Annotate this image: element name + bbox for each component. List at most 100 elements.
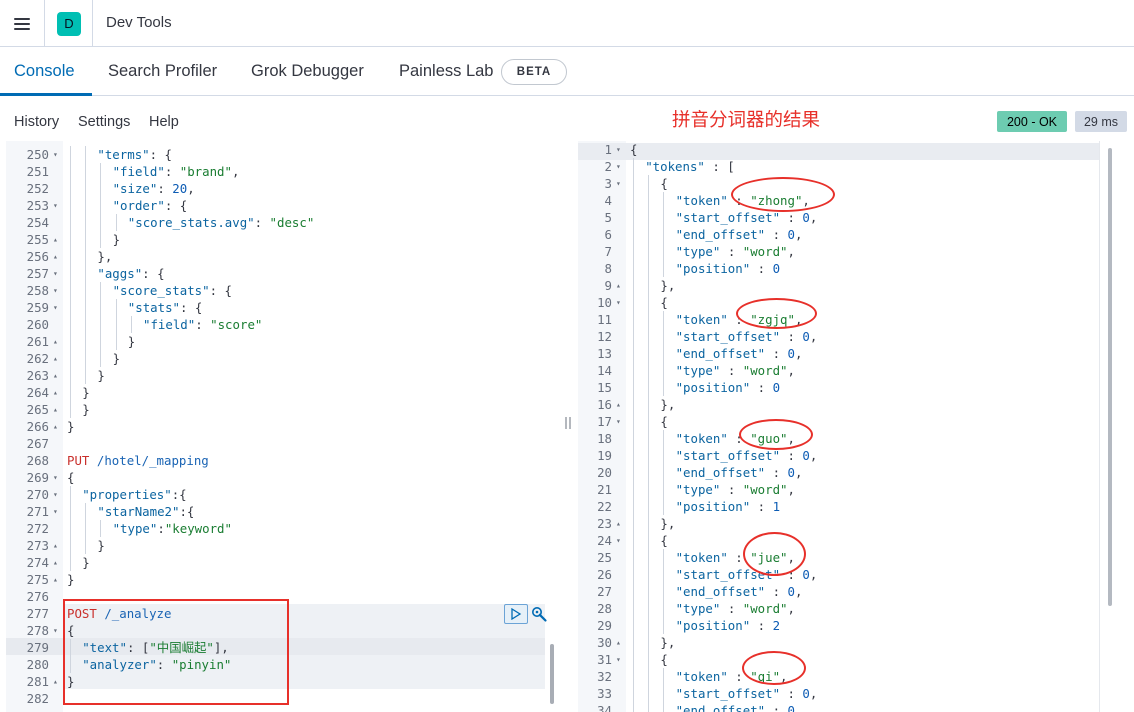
fold-collapse-icon[interactable]: ▾ (616, 294, 621, 311)
fold-expand-icon[interactable]: ▴ (53, 418, 58, 435)
code-text: "stats": { (128, 299, 203, 316)
code-token: } (82, 385, 90, 400)
indent-guide (663, 226, 665, 243)
indent-guide (648, 481, 650, 498)
indent-guide (85, 231, 87, 248)
code-line: 13 "end_offset" : 0, (578, 345, 1100, 362)
code-line: 19 "start_offset" : 0, (578, 447, 1100, 464)
indent-guide (648, 515, 650, 532)
fold-collapse-icon[interactable]: ▾ (53, 503, 58, 520)
code-line: 31 ▾ { (578, 651, 1100, 668)
fold-expand-icon[interactable]: ▴ (616, 277, 621, 294)
fold-expand-icon[interactable]: ▴ (53, 350, 58, 367)
indent-guide (115, 299, 117, 316)
request-scrollbar[interactable] (550, 644, 554, 704)
code-text: "field": "brand", (113, 163, 240, 180)
fold-collapse-icon[interactable]: ▾ (53, 469, 58, 486)
code-token: : { (209, 283, 232, 298)
app-badge-container[interactable]: D (46, 0, 93, 47)
line-number: 9 (604, 278, 612, 293)
code-token: "type" (675, 363, 721, 378)
fold-collapse-icon[interactable]: ▾ (53, 622, 58, 639)
code-line: 268 PUT /hotel/_mapping (6, 452, 545, 469)
annotation-ellipse (739, 419, 813, 450)
code-text: } (113, 350, 120, 367)
code-text: { (630, 141, 637, 158)
fold-expand-icon[interactable]: ▴ (53, 231, 58, 248)
code-text: { (660, 651, 667, 668)
line-number: 8 (604, 261, 612, 276)
wrench-icon (532, 607, 547, 622)
code-token: : { (164, 198, 188, 213)
request-options-button[interactable] (530, 605, 548, 623)
fold-expand-icon[interactable]: ▴ (53, 248, 58, 265)
fold-collapse-icon[interactable]: ▾ (616, 413, 621, 430)
response-editor[interactable]: 1 ▾{2 ▾ "tokens" : [3 ▾{4 "token" : "zhong", 5… (578, 141, 1113, 712)
code-token: } (97, 368, 105, 383)
code-token: 0 (787, 346, 795, 361)
line-number: 262 (26, 351, 49, 366)
history-link[interactable]: History (14, 114, 59, 130)
settings-link[interactable]: Settings (78, 114, 130, 130)
fold-expand-icon[interactable]: ▴ (53, 384, 58, 401)
code-token: : (720, 244, 743, 259)
fold-collapse-icon[interactable]: ▾ (53, 282, 58, 299)
line-number: 264 (26, 385, 49, 400)
code-line: 12 "start_offset" : 0, (578, 328, 1100, 345)
tab-painless-lab[interactable]: Painless Lab (399, 62, 493, 81)
code-token: "word" (742, 363, 788, 378)
fold-collapse-icon[interactable]: ▾ (616, 651, 621, 668)
fold-expand-icon[interactable]: ▴ (53, 537, 58, 554)
indent-guide (100, 299, 102, 316)
fold-expand-icon[interactable]: ▴ (53, 333, 58, 350)
code-line: 24 ▾ { (578, 532, 1100, 549)
fold-expand-icon[interactable]: ▴ (53, 401, 58, 418)
hamburger-icon (14, 17, 30, 30)
code-text: "start_offset" : 0, (676, 209, 818, 226)
fold-collapse-icon[interactable]: ▾ (616, 158, 621, 175)
help-link[interactable]: Help (149, 114, 179, 130)
indent-guide (70, 350, 71, 367)
fold-collapse-icon[interactable]: ▾ (616, 175, 621, 192)
fold-expand-icon[interactable]: ▴ (616, 396, 621, 413)
code-text: "end_offset" : 0, (676, 464, 803, 481)
annotation-ellipse (742, 651, 806, 685)
code-token: : (780, 448, 803, 463)
fold-collapse-icon[interactable]: ▾ (53, 146, 58, 163)
code-token: { (630, 142, 638, 157)
line-number: 24 (597, 533, 612, 548)
code-token: "type" (675, 482, 721, 497)
fold-collapse-icon[interactable]: ▾ (53, 299, 58, 316)
indent-guide (663, 192, 665, 209)
indent-guide (663, 566, 665, 583)
fold-collapse-icon[interactable]: ▾ (53, 265, 58, 282)
fold-collapse-icon[interactable]: ▾ (616, 141, 621, 158)
indent-guide (100, 520, 102, 537)
fold-expand-icon[interactable]: ▴ (53, 367, 58, 384)
response-scrollbar[interactable] (1108, 148, 1112, 606)
line-number: 252 (26, 181, 49, 196)
fold-expand-icon[interactable]: ▴ (53, 554, 58, 571)
indent-guide (663, 481, 665, 498)
code-text: { (660, 532, 667, 549)
code-token: "terms" (97, 147, 150, 162)
tab-search-profiler[interactable]: Search Profiler (108, 62, 217, 81)
pane-resizer[interactable] (564, 416, 572, 430)
fold-expand-icon[interactable]: ▴ (616, 515, 621, 532)
menu-button[interactable] (0, 0, 45, 47)
code-text: "type" : "word", (676, 600, 795, 617)
fold-collapse-icon[interactable]: ▾ (53, 197, 58, 214)
code-line: 32 "token" : "qi", (578, 668, 1100, 685)
tab-grok-debugger[interactable]: Grok Debugger (251, 62, 364, 81)
fold-expand-icon[interactable]: ▴ (53, 673, 58, 690)
fold-expand-icon[interactable]: ▴ (53, 571, 58, 588)
code-token: PUT (67, 453, 90, 468)
code-token: "aggs" (97, 266, 143, 281)
fold-collapse-icon[interactable]: ▾ (53, 486, 58, 503)
tab-console[interactable]: Console (14, 62, 75, 81)
indent-guide (633, 532, 634, 549)
fold-expand-icon[interactable]: ▴ (616, 634, 621, 651)
fold-collapse-icon[interactable]: ▾ (616, 532, 621, 549)
code-token: "token" (675, 193, 728, 208)
send-request-button[interactable] (504, 604, 528, 624)
